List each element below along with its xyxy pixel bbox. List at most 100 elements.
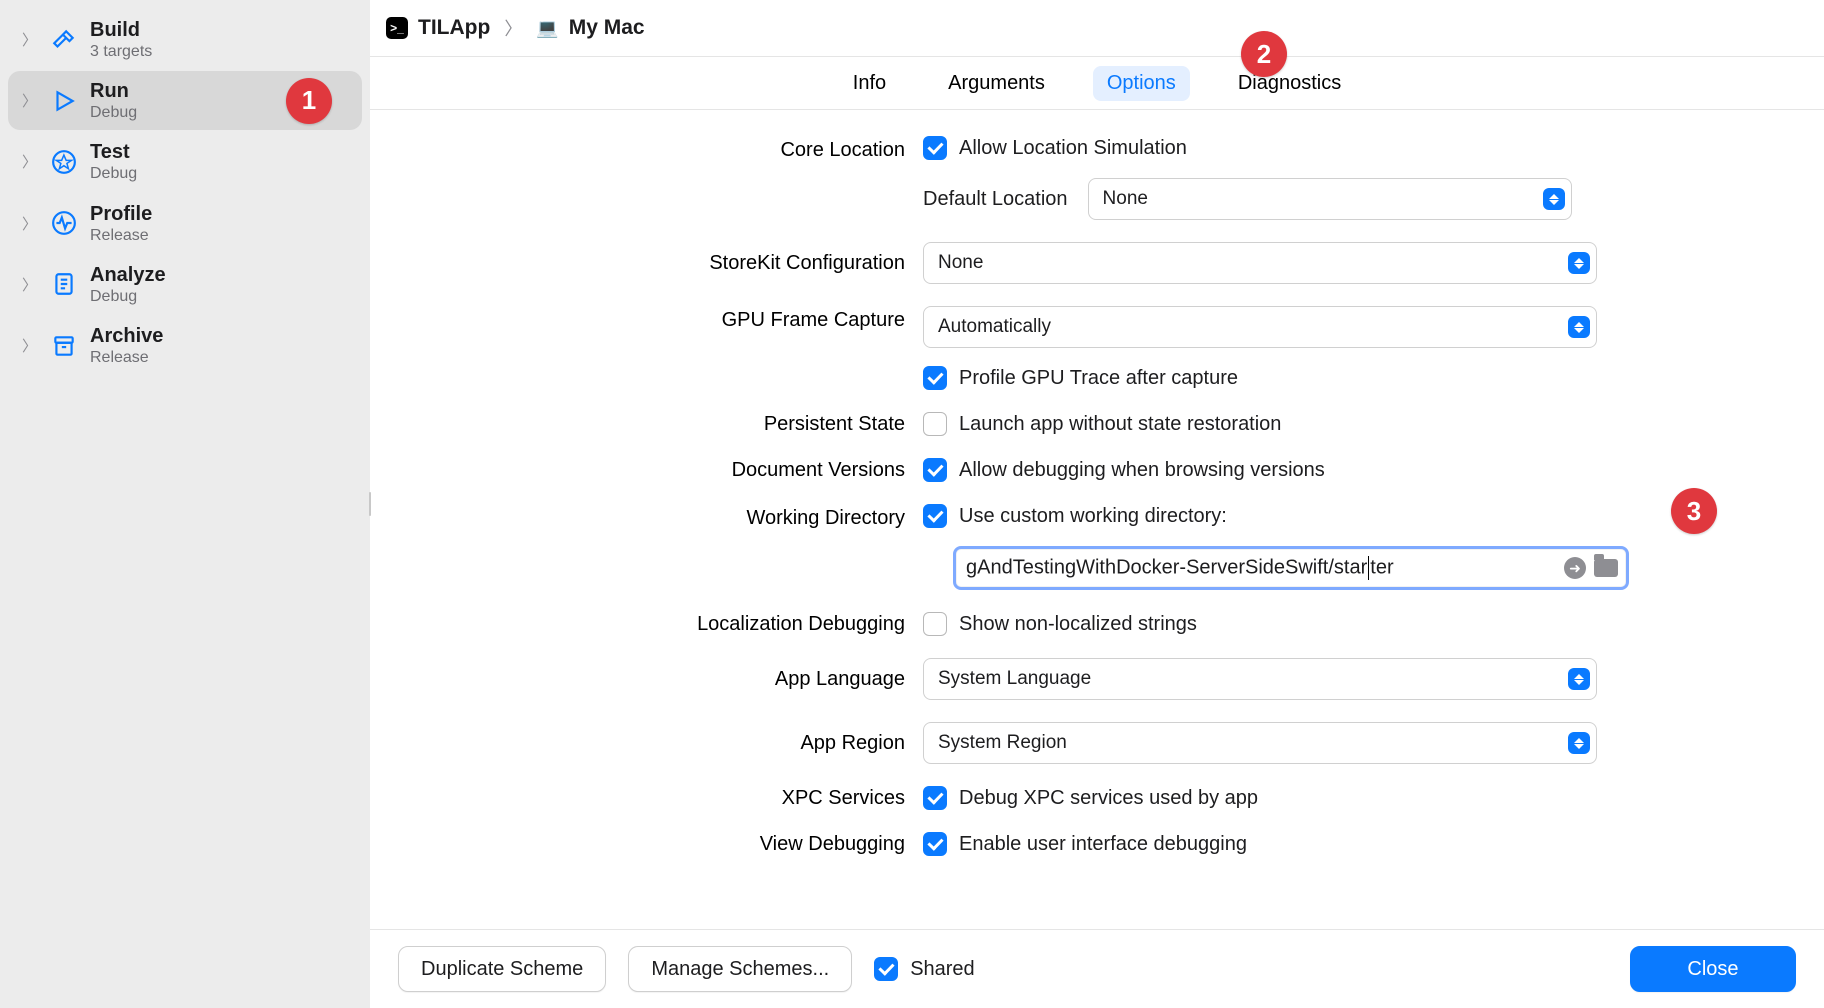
select-gpu-frame-capture[interactable]: Automatically [923,306,1597,348]
label-default-location: Default Location [923,188,1068,211]
tab-arguments[interactable]: Arguments [934,66,1059,101]
sidebar-item-title: Run [90,79,137,103]
sidebar-item-title: Analyze [90,263,166,287]
label-document-versions: Document Versions [487,459,907,482]
sidebar-item-subtitle: Debug [90,103,137,122]
label-app-region: App Region [487,732,907,755]
sidebar-item-title: Archive [90,324,163,348]
label-gpu: GPU Frame Capture [487,306,907,332]
folder-icon[interactable] [1594,559,1618,577]
tab-info[interactable]: Info [839,66,900,101]
chevron-right-icon: 〉 [22,90,38,111]
sidebar-item-subtitle: 3 targets [90,42,152,61]
chevron-right-icon: 〉 [22,151,38,172]
hammer-icon [50,26,78,54]
duplicate-scheme-button[interactable]: Duplicate Scheme [398,946,606,992]
path-text-left: gAndTestingWithDocker-ServerSideSwift/st… [966,556,1367,578]
checkbox-label: Debug XPC services used by app [959,787,1258,810]
input-working-directory-path[interactable]: gAndTestingWithDocker-ServerSideSwift/st… [953,546,1629,590]
go-icon[interactable]: ➜ [1564,557,1586,579]
label-persistent-state: Persistent State [487,413,907,436]
checkbox-enable-ui-debugging[interactable] [923,832,947,856]
select-caret-icon [1568,316,1590,338]
callout-badge-3: 3 [1671,488,1717,534]
label-xpc-services: XPC Services [487,787,907,810]
document-icon [50,270,78,298]
play-icon [50,87,78,115]
sidebar-item-title: Build [90,18,152,42]
sidebar-item-test[interactable]: 〉 Test Debug [8,132,362,191]
scheme-sidebar: 〉 Build 3 targets 〉 Run Debug 1 [0,0,370,1008]
label-view-debugging: View Debugging [487,833,907,856]
chevron-right-icon: 〉 [22,213,38,234]
checkbox-use-custom-working-dir[interactable] [923,504,947,528]
laptop-icon: 💻 [536,18,558,39]
label-working-directory: Working Directory [487,504,907,530]
sidebar-item-profile[interactable]: 〉 Profile Release [8,194,362,253]
manage-schemes-button[interactable]: Manage Schemes... [628,946,852,992]
select-value: System Language [938,668,1091,690]
activity-icon [50,209,78,237]
chevron-right-icon: 〉 [22,274,38,295]
gauge-icon [50,148,78,176]
sidebar-item-run[interactable]: 〉 Run Debug 1 [8,71,362,130]
select-value: System Region [938,732,1067,754]
select-value: Automatically [938,316,1051,338]
tab-diagnostics[interactable]: Diagnostics [1224,66,1355,101]
checkbox-label: Allow debugging when browsing versions [959,459,1325,482]
tab-options[interactable]: Options [1093,66,1190,101]
chevron-right-icon: 〉 [22,335,38,356]
select-caret-icon [1568,252,1590,274]
checkbox-allow-debugging-versions[interactable] [923,458,947,482]
select-value: None [1103,188,1148,210]
checkbox-label: Show non-localized strings [959,613,1197,636]
tab-bar: Info Arguments Options Diagnostics [370,57,1824,110]
archive-icon [50,332,78,360]
close-button[interactable]: Close [1630,946,1796,992]
chevron-right-icon: 〉 [504,15,522,41]
select-app-language[interactable]: System Language [923,658,1597,700]
chevron-right-icon: 〉 [22,29,38,50]
terminal-icon: >_ [386,17,408,39]
callout-badge-2: 2 [1241,31,1287,77]
checkbox-launch-without-state[interactable] [923,412,947,436]
select-caret-icon [1543,188,1565,210]
checkbox-label: Launch app without state restoration [959,413,1281,436]
callout-badge-1: 1 [286,78,332,124]
sidebar-item-subtitle: Release [90,226,152,245]
sidebar-item-title: Test [90,140,137,164]
sidebar-item-subtitle: Debug [90,164,137,183]
checkbox-allow-location-simulation[interactable] [923,136,947,160]
sidebar-item-subtitle: Debug [90,287,166,306]
path-text-right: ter [1370,556,1393,578]
checkbox-profile-gpu-trace[interactable] [923,366,947,390]
checkbox-label: Enable user interface debugging [959,833,1247,856]
breadcrumb-app[interactable]: TILApp [418,16,490,40]
checkbox-label: Shared [910,958,975,981]
checkbox-debug-xpc[interactable] [923,786,947,810]
footer: Duplicate Scheme Manage Schemes... Share… [370,929,1824,1008]
checkbox-shared[interactable] [874,957,898,981]
sidebar-item-analyze[interactable]: 〉 Analyze Debug [8,255,362,314]
label-core-location: Core Location [487,136,907,162]
sidebar-item-title: Profile [90,202,152,226]
label-storekit: StoreKit Configuration [487,252,907,275]
breadcrumb-target[interactable]: My Mac [569,16,645,40]
label-app-language: App Language [487,668,907,691]
select-value: None [938,252,983,274]
split-resizer[interactable] [369,492,371,516]
select-storekit-config[interactable]: None [923,242,1597,284]
select-caret-icon [1568,732,1590,754]
checkbox-label: Use custom working directory: [959,505,1227,528]
label-localization-debugging: Localization Debugging [487,613,907,636]
sidebar-item-build[interactable]: 〉 Build 3 targets [8,10,362,69]
checkbox-show-nonlocalized[interactable] [923,612,947,636]
select-default-location[interactable]: None [1088,178,1572,220]
sidebar-item-subtitle: Release [90,348,163,367]
checkbox-label: Profile GPU Trace after capture [959,367,1238,390]
select-app-region[interactable]: System Region [923,722,1597,764]
sidebar-item-archive[interactable]: 〉 Archive Release [8,316,362,375]
checkbox-label: Allow Location Simulation [959,137,1187,160]
select-caret-icon [1568,668,1590,690]
breadcrumb: >_ TILApp 〉 💻 My Mac [370,0,1824,57]
